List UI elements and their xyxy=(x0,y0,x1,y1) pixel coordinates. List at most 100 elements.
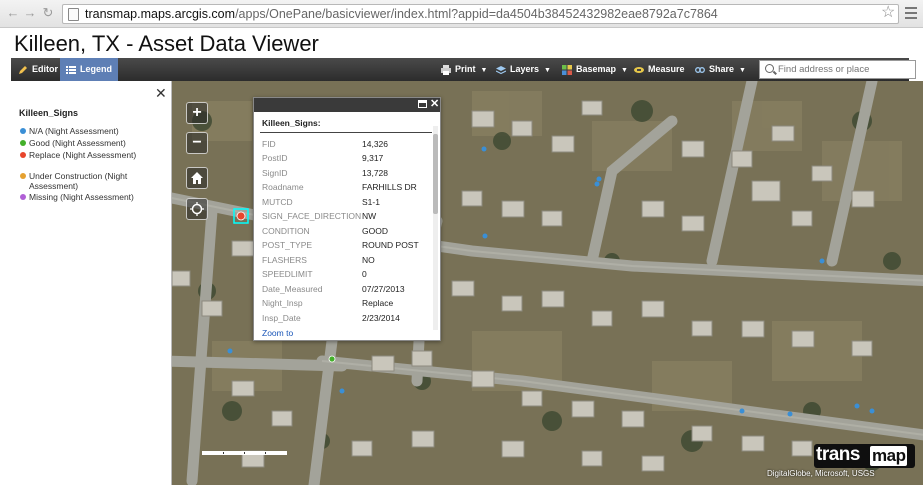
attribute-key: Night_Insp xyxy=(262,298,303,308)
attribute-key: Roadname xyxy=(262,182,304,192)
print-label: Print xyxy=(455,64,476,74)
legend-item: Good (Night Assessment) xyxy=(20,138,169,148)
divider xyxy=(260,132,432,133)
legend-label: Legend xyxy=(80,64,113,74)
search-box xyxy=(759,60,916,79)
forward-arrow-icon[interactable]: → xyxy=(23,6,37,20)
legend-symbol xyxy=(20,152,26,158)
attribute-value: 13,728 xyxy=(362,168,388,178)
address-bar[interactable]: transmap.maps.arcgis.com/apps/OnePane/ba… xyxy=(62,4,899,24)
legend-item: Missing (Night Assessment) xyxy=(20,192,169,202)
attribute-value: NO xyxy=(362,255,375,265)
measure-label: Measure xyxy=(648,64,685,74)
chevron-down-icon: ▼ xyxy=(480,67,488,74)
legend-item-label: Missing (Night Assessment) xyxy=(29,192,134,202)
legend-item: N/A (Night Assessment) xyxy=(20,126,169,136)
home-glyph xyxy=(191,172,203,184)
editor-button[interactable]: Editor xyxy=(18,58,58,81)
attribute-value: Replace xyxy=(362,298,394,308)
attribute-value: 9,317 xyxy=(362,153,384,163)
popup-title: Killeen_Signs: xyxy=(262,118,321,128)
ruler-icon xyxy=(634,66,644,73)
attribute-key: FLASHERS xyxy=(262,255,307,265)
zoom-in-button[interactable]: + xyxy=(186,102,208,124)
attribute-key: SIGN_FACE_DIRECTION xyxy=(262,211,362,221)
search-icon[interactable] xyxy=(765,64,774,73)
bookmark-star-icon[interactable]: ☆ xyxy=(881,4,895,22)
page-title: Killeen, TX - Asset Data Viewer xyxy=(14,31,319,56)
attribute-key: SPEEDLIMIT xyxy=(262,269,313,279)
attribute-key: MUTCD xyxy=(262,197,293,207)
logo-text-map: map xyxy=(870,446,908,466)
attribute-value: 07/27/2013 xyxy=(362,284,405,294)
layers-button[interactable]: Layers ▼ xyxy=(496,58,551,81)
locate-icon[interactable] xyxy=(186,198,208,220)
list-icon xyxy=(66,65,76,74)
legend-item-label: Good (Night Assessment) xyxy=(29,138,126,148)
logo-text-trans: trans xyxy=(816,444,860,465)
chevron-down-icon: ▼ xyxy=(739,67,746,74)
share-link-icon xyxy=(695,66,705,73)
maximize-icon[interactable] xyxy=(418,100,427,108)
zoom-out-button[interactable]: − xyxy=(186,132,208,154)
url-host: transmap.maps.arcgis.com xyxy=(85,7,236,21)
legend-symbol xyxy=(20,194,26,200)
legend-item-label: Under Construction (Night Assessment) xyxy=(29,171,128,191)
legend-item-label: Replace (Night Assessment) xyxy=(29,150,137,160)
layers-label: Layers xyxy=(510,64,540,74)
layers-icon xyxy=(496,65,506,74)
legend-symbol xyxy=(20,128,26,134)
attribute-key: Date_Measured xyxy=(262,284,323,294)
printer-icon xyxy=(441,64,451,75)
browser-toolbar: ← → ↻ transmap.maps.arcgis.com/apps/OneP… xyxy=(0,0,923,28)
basemap-button[interactable]: Basemap ▼ xyxy=(562,58,628,81)
legend-button[interactable]: Legend xyxy=(60,58,119,81)
legend-symbol xyxy=(20,140,26,146)
legend-symbol xyxy=(20,173,26,179)
transmap-logo: trans map xyxy=(814,444,915,468)
chevron-down-icon: ▼ xyxy=(544,67,551,74)
measure-button[interactable]: Measure xyxy=(634,58,685,81)
close-icon[interactable]: ✕ xyxy=(155,85,167,102)
attribute-value: GOOD xyxy=(362,226,388,236)
attribute-key: SignID xyxy=(262,168,288,178)
attribute-value: FARHILLS DR xyxy=(362,182,417,192)
chevron-down-icon: ▼ xyxy=(621,67,628,74)
share-label: Share xyxy=(709,64,735,74)
back-arrow-icon[interactable]: ← xyxy=(6,6,20,20)
browser-menu-icon[interactable] xyxy=(905,7,917,19)
page-icon xyxy=(68,8,79,21)
url-path: /apps/OnePane/basicviewer/index.html?app… xyxy=(235,7,718,21)
reload-icon[interactable]: ↻ xyxy=(41,6,55,20)
feature-popup: ✕ Killeen_Signs: FID 14,326 PostID 9,317 S… xyxy=(253,97,441,341)
attribute-key: Insp_Date xyxy=(262,313,301,323)
attribute-key: POST_TYPE xyxy=(262,240,313,250)
share-button[interactable]: Share ▼ xyxy=(695,58,746,81)
app-toolbar: Editor Legend Print ▼ Layers ▼ Basemap ▼ Me… xyxy=(11,58,916,81)
attribute-value: NW xyxy=(362,211,377,221)
attribute-value: 2/23/2014 xyxy=(362,313,400,323)
popup-header: ✕ xyxy=(254,98,440,112)
close-icon[interactable]: ✕ xyxy=(430,97,439,110)
attribute-key: FID xyxy=(262,139,276,149)
zoom-to-link[interactable]: Zoom to xyxy=(262,328,293,338)
scale-bar xyxy=(202,451,287,455)
attribute-value: 0 xyxy=(362,269,367,279)
crosshair-glyph xyxy=(190,202,204,216)
legend-layer-title: Killeen_Signs xyxy=(19,108,79,118)
legend-item: Replace (Night Assessment) xyxy=(20,150,169,160)
attribute-value: ROUND POST xyxy=(362,240,419,250)
editor-label: Editor xyxy=(32,64,58,74)
pencil-icon xyxy=(19,65,27,74)
address-text: transmap.maps.arcgis.com/apps/OnePane/ba… xyxy=(85,7,718,21)
attribute-key: CONDITION xyxy=(262,226,310,236)
legend-panel: ✕ Killeen_Signs N/A (Night Assessment) G… xyxy=(11,81,172,485)
print-button[interactable]: Print ▼ xyxy=(441,58,487,81)
attribute-value: 14,326 xyxy=(362,139,388,149)
search-input[interactable] xyxy=(778,62,914,77)
legend-item: Under Construction (Night Assessment) xyxy=(20,171,169,191)
popup-scrollbar[interactable] xyxy=(433,126,438,330)
map-attribution: DigitalGlobe, Microsoft, USGS xyxy=(767,469,875,478)
legend-item-label: N/A (Night Assessment) xyxy=(29,126,119,136)
home-icon[interactable] xyxy=(186,167,208,189)
